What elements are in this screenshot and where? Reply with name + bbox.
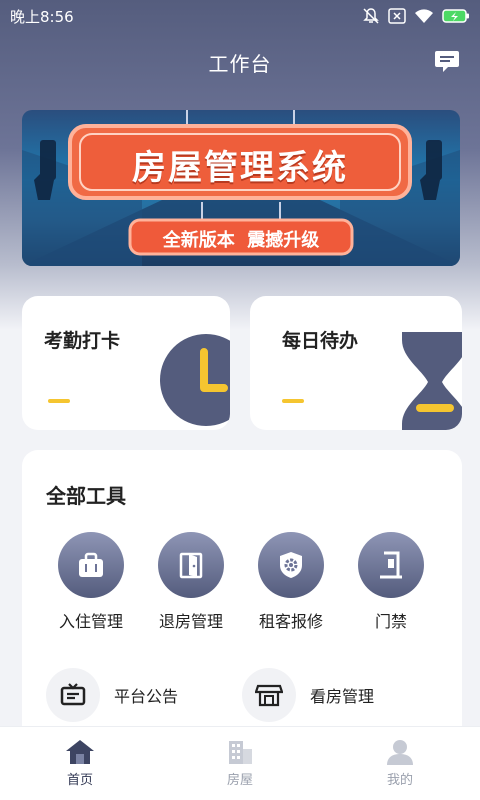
announcement-icon [46,668,100,722]
tool-repair[interactable]: 租客报修 [246,532,336,632]
tab-houses-label: 房屋 [226,773,253,788]
building-icon [229,741,252,764]
door-icon [158,532,224,598]
promo-banner[interactable]: 房屋管理系统 全新版本 震撼升级 [22,110,460,266]
attendance-accent [48,399,70,403]
attendance-label: 考勤打卡 [44,330,121,352]
tab-home-label: 首页 [66,773,93,788]
status-icons [362,7,470,25]
tab-houses[interactable]: 房屋 [160,727,320,800]
wifi-icon [414,8,434,24]
suitcase-icon [58,532,124,598]
tab-mine-label: 我的 [386,773,413,788]
hourglass-icon [402,332,462,430]
banner-subtitle: 全新版本 震撼升级 [162,230,320,251]
tool-check-in-label: 入住管理 [58,612,123,631]
message-icon [435,51,459,72]
tab-home[interactable]: 首页 [0,727,160,800]
tool-check-out[interactable]: 退房管理 [146,532,236,632]
sim-close-icon [388,8,406,24]
page-title: 工作台 [208,51,272,76]
banner-title: 房屋管理系统 [132,148,348,188]
tool-access-control-label: 门禁 [374,612,407,631]
tool-check-in[interactable]: 入住管理 [46,532,136,632]
home-icon [66,740,94,764]
gate-icon [358,532,424,598]
bell-off-icon [362,7,380,25]
link-viewing-label: 看房管理 [310,687,375,706]
bottom-tab-bar: 首页 房屋 我的 [0,726,480,800]
todo-accent [282,399,304,403]
link-viewing[interactable]: 看房管理 [242,668,374,722]
attendance-card[interactable]: 考勤打卡 [22,296,230,430]
link-announcement-label: 平台公告 [114,687,179,706]
tools-title: 全部工具 [46,484,126,508]
tab-mine[interactable]: 我的 [320,727,480,800]
status-bar: 晚上8:56 [0,0,480,32]
user-icon [387,740,413,765]
tool-access-control[interactable]: 门禁 [346,532,436,632]
todo-card[interactable]: 每日待办 [250,296,462,430]
clock-icon [160,334,230,426]
link-announcement[interactable]: 平台公告 [46,668,178,722]
all-tools-panel: 全部工具 入住管理 退房管理 租客报修 门禁 平台公告 看房管理 [22,450,462,750]
tool-check-out-label: 退房管理 [158,612,223,631]
message-button[interactable] [434,48,460,74]
battery-charging-icon [442,8,470,24]
shield-gear-icon [258,532,324,598]
todo-label: 每日待办 [282,330,359,352]
title-bar: 工作台 [0,40,480,84]
tool-repair-label: 租客报修 [258,612,323,631]
status-time: 晚上8:56 [10,7,74,26]
store-icon [242,668,296,722]
